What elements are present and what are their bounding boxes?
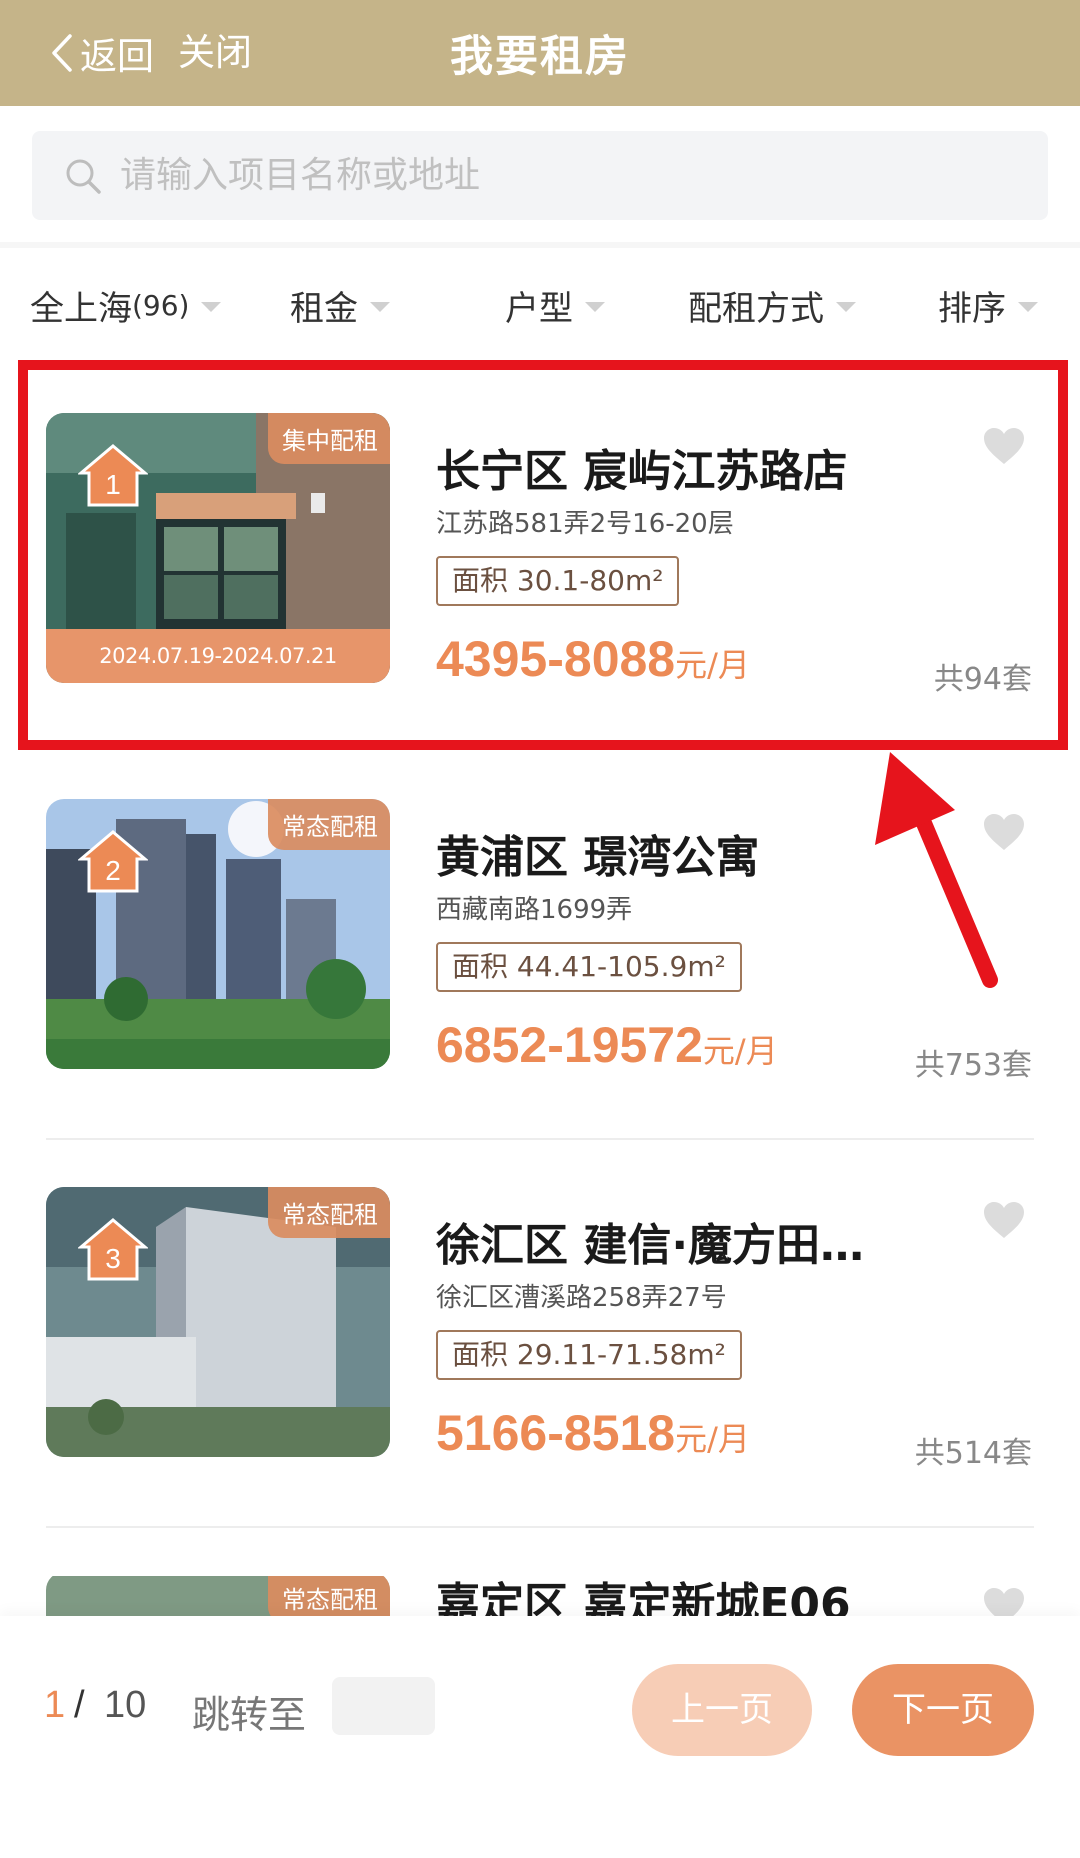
price-range: 6852-19572元/月 <box>436 1016 778 1074</box>
filter-region-count: (96) <box>132 288 190 322</box>
favorite-heart-icon[interactable] <box>982 1586 1026 1616</box>
listing-photo: 常态配租 2 <box>46 799 390 1069</box>
search-bar[interactable] <box>32 131 1048 220</box>
price-unit: 元/月 <box>702 1032 778 1070</box>
listing-title: 徐汇区 建信·魔方田… <box>436 1220 865 1271</box>
filter-region-label: 全上海 <box>30 288 132 329</box>
page-separator: / <box>74 1684 85 1726</box>
area-badge: 面积 44.41-105.9m² <box>436 942 742 992</box>
listing-card[interactable]: 常态配租 3 徐汇区 建信·魔方田… 徐汇区漕溪路258弄27号 面积 29.1… <box>0 1140 1080 1528</box>
jump-to-label: 跳转至 <box>192 1693 307 1737</box>
listing-photo: 常态配租 <box>46 1576 390 1616</box>
section-divider <box>0 242 1080 248</box>
caret-down-icon <box>1018 302 1038 312</box>
filter-rent[interactable]: 租金 <box>290 270 390 340</box>
filter-layout-label: 户型 <box>505 288 573 329</box>
price-value: 6852-19572 <box>436 1017 703 1073</box>
filter-rental-mode-label: 配租方式 <box>688 288 824 329</box>
rental-type-tag: 常态配租 <box>268 1187 390 1238</box>
search-input[interactable] <box>120 155 970 196</box>
unit-count: 共514套 <box>914 1436 1032 1471</box>
price-value: 5166-8518 <box>436 1405 676 1461</box>
rank-number: 2 <box>105 855 121 886</box>
current-page: 1 <box>44 1684 66 1726</box>
prev-page-button[interactable]: 上一页 <box>632 1664 812 1756</box>
rank-number: 3 <box>105 1243 121 1274</box>
total-pages: 10 <box>104 1684 147 1726</box>
next-page-button[interactable]: 下一页 <box>852 1664 1034 1756</box>
area-badge: 面积 29.11-71.58m² <box>436 1330 742 1380</box>
list-divider <box>46 1526 1034 1528</box>
price-unit: 元/月 <box>675 1420 750 1458</box>
caret-down-icon <box>370 302 390 312</box>
filter-rental-mode[interactable]: 配租方式 <box>688 270 856 340</box>
filter-layout[interactable]: 户型 <box>505 270 605 340</box>
filter-sort[interactable]: 排序 <box>938 270 1038 340</box>
search-icon <box>66 159 101 194</box>
caret-down-icon <box>585 302 605 312</box>
red-arrow-annotation <box>875 752 998 988</box>
top-nav-bar: 返回 关闭 我要租房 <box>0 0 1080 106</box>
listing-address: 徐汇区漕溪路258弄27号 <box>436 1283 727 1313</box>
filter-bar: 全上海 (96) 租金 户型 配租方式 排序 <box>0 270 1080 340</box>
listing-address: 西藏南路1699弄 <box>436 895 633 925</box>
pagination-bar: 1 / 10 跳转至 上一页 下一页 <box>0 1616 1080 1858</box>
highlight-box <box>18 360 1068 750</box>
caret-down-icon <box>836 302 856 312</box>
jump-page-input[interactable] <box>332 1677 435 1735</box>
listing-photo: 常态配租 3 <box>46 1187 390 1457</box>
filter-region[interactable]: 全上海 (96) <box>30 270 222 340</box>
listing-card-partial[interactable]: 常态配租 嘉定区 嘉定新城E06 <box>0 1576 1080 1616</box>
price-range: 5166-8518元/月 <box>436 1404 750 1462</box>
unit-count: 共753套 <box>914 1048 1032 1083</box>
listing-title: 嘉定区 嘉定新城E06 <box>436 1579 851 1616</box>
page-title: 我要租房 <box>450 32 630 82</box>
rental-type-tag: 常态配租 <box>268 799 390 850</box>
caret-down-icon <box>201 302 222 312</box>
filter-sort-label: 排序 <box>938 288 1006 329</box>
rental-type-tag: 常态配租 <box>268 1576 390 1616</box>
filter-rent-label: 租金 <box>290 288 358 329</box>
favorite-heart-icon[interactable] <box>982 1200 1026 1240</box>
